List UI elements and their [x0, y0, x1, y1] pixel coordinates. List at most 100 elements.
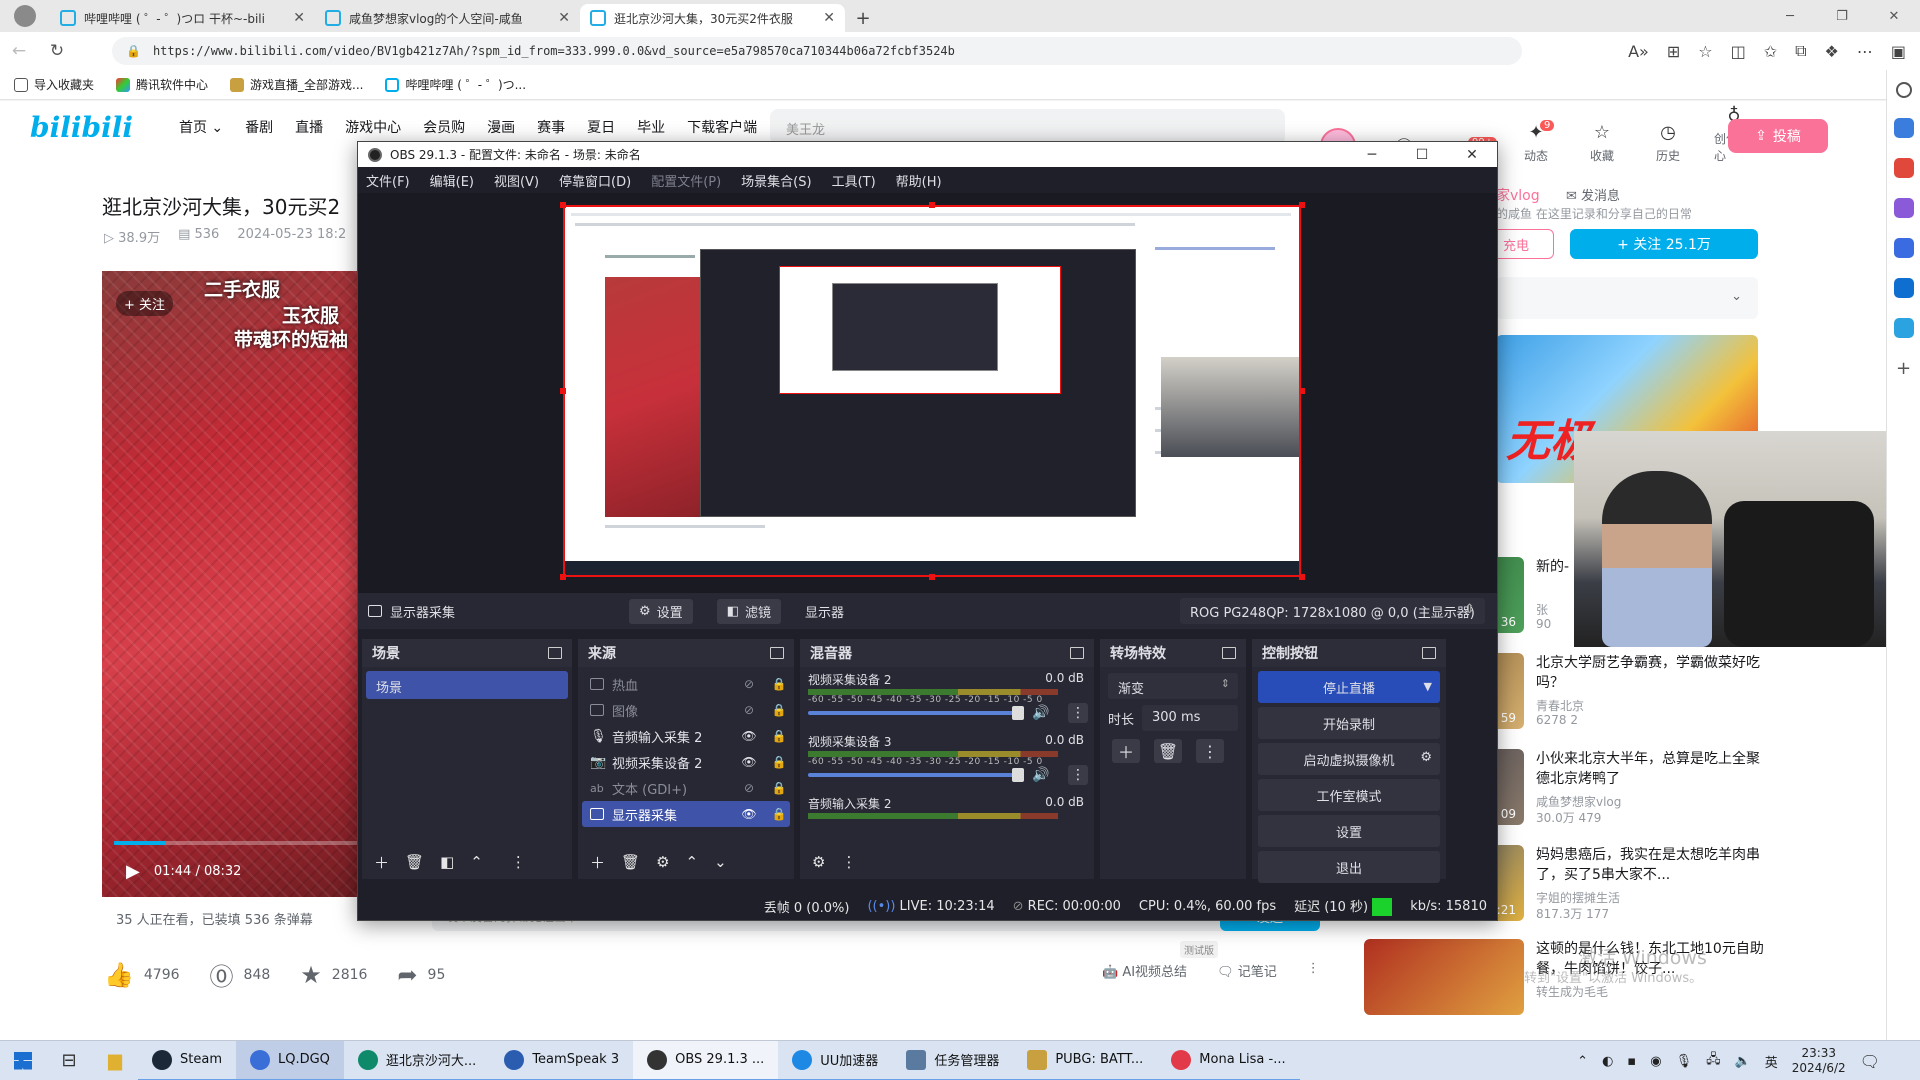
split-screen-icon[interactable]: ◫: [1731, 42, 1746, 61]
more-icon[interactable]: ⋮: [511, 853, 526, 871]
taskbar-app-music[interactable]: Mona Lisa -...: [1157, 1041, 1300, 1080]
collections-icon[interactable]: ⧉: [1795, 41, 1806, 61]
menu-tools[interactable]: 工具(T): [832, 171, 876, 190]
player-follow-chip[interactable]: + 关注: [116, 291, 174, 316]
gear-icon[interactable]: ⚙: [656, 853, 669, 871]
nav-game[interactable]: 游戏中心: [345, 117, 401, 137]
source-row[interactable]: 热血 ⊘ 🔒: [582, 671, 790, 697]
trash-icon[interactable]: 🗑: [1154, 739, 1182, 763]
nav-live[interactable]: 直播: [295, 117, 323, 137]
more-icon[interactable]: ⋮: [1068, 703, 1088, 723]
tray-app-icon[interactable]: ▪: [1627, 1054, 1636, 1069]
add-icon[interactable]: ＋: [374, 852, 389, 873]
bili-logo[interactable]: bilibili: [30, 111, 133, 144]
chevron-down-icon[interactable]: ▼: [1424, 680, 1432, 693]
studio-mode-button[interactable]: 工作室模式: [1258, 779, 1440, 811]
restore-icon[interactable]: ❐: [1816, 0, 1868, 32]
volume-slider[interactable]: [808, 768, 1024, 782]
notification-icon[interactable]: 🗨: [1860, 1052, 1880, 1071]
more-icon[interactable]: ⋮: [1068, 765, 1088, 785]
nav-mall[interactable]: 会员购: [423, 117, 465, 137]
eye-icon[interactable]: 👁: [738, 755, 760, 769]
resize-handle[interactable]: [1299, 388, 1305, 394]
fav-game-live[interactable]: 游戏直播_全部游戏...: [230, 76, 363, 93]
undock-icon[interactable]: [548, 647, 562, 659]
resize-handle[interactable]: [1299, 202, 1305, 208]
copilot-icon[interactable]: [1893, 118, 1914, 138]
file-explorer-icon[interactable]: ▆: [92, 1050, 138, 1071]
nav-manga[interactable]: 漫画: [487, 117, 515, 137]
sidebar-toggle-icon[interactable]: ▣: [1891, 42, 1906, 61]
maximize-icon[interactable]: ☐: [1397, 142, 1447, 167]
move-down-icon[interactable]: ⌄: [714, 853, 727, 871]
close-tab-icon[interactable]: ✕: [558, 10, 570, 26]
ime-language[interactable]: 英: [1765, 1052, 1778, 1071]
play-icon[interactable]: ▶: [126, 861, 140, 882]
tray-app-icon[interactable]: ◐: [1602, 1054, 1613, 1069]
resize-handle[interactable]: [1299, 574, 1305, 580]
filter-icon[interactable]: ◧: [440, 853, 454, 871]
undock-icon[interactable]: [1222, 647, 1236, 659]
upload-button[interactable]: ⇪ 投稿: [1728, 119, 1828, 153]
gear-icon[interactable]: ⚙: [812, 853, 825, 871]
add-icon[interactable]: ＋: [590, 852, 605, 873]
source-filters-button[interactable]: ◧ 滤镜: [716, 598, 781, 624]
nav-anime[interactable]: 番剧: [245, 117, 273, 137]
more-icon[interactable]: ⋮: [1196, 739, 1224, 763]
ai-summary-button[interactable]: 🤖 AI视频总结: [1102, 961, 1187, 980]
move-up-icon[interactable]: ⌃: [686, 853, 699, 871]
resize-handle[interactable]: [560, 202, 566, 208]
dynamic-entry[interactable]: ✦ 动态 9: [1516, 120, 1556, 164]
obs-preview-area[interactable]: [358, 193, 1497, 593]
taskbar-app-steam[interactable]: Steam: [138, 1041, 236, 1080]
minimize-icon[interactable]: ─: [1347, 142, 1397, 167]
nav-download[interactable]: 下载客户端: [687, 117, 757, 137]
slider-knob[interactable]: [1012, 768, 1024, 782]
eye-off-icon[interactable]: ⊘: [738, 781, 760, 795]
nav-match[interactable]: 赛事: [537, 117, 565, 137]
nav-summer[interactable]: 夏日: [587, 117, 615, 137]
menu-profile[interactable]: 配置文件(P): [651, 171, 721, 190]
source-row[interactable]: 📷 视频采集设备 2 👁 🔒: [582, 749, 790, 775]
fav-tencent[interactable]: 腾讯软件中心: [116, 76, 208, 93]
virtual-camera-button[interactable]: 启动虚拟摄像机 ⚙: [1258, 743, 1440, 775]
office-icon[interactable]: [1893, 238, 1914, 258]
display-select[interactable]: ROG PG248QP: 1728x1080 @ 0,0 (主显示器) ⇕: [1180, 598, 1485, 624]
start-recording-button[interactable]: 开始录制: [1258, 707, 1440, 739]
exit-button[interactable]: 退出: [1258, 851, 1440, 883]
back-icon[interactable]: ←: [0, 41, 38, 61]
telegram-icon[interactable]: [1893, 318, 1914, 338]
undock-icon[interactable]: [1070, 647, 1084, 659]
minimize-icon[interactable]: ─: [1764, 0, 1816, 32]
settings-button[interactable]: 设置: [1258, 815, 1440, 847]
player-progress-bar[interactable]: [114, 841, 362, 845]
browser-tab-1[interactable]: 哔哩哔哩 ( ゜- ゜)つロ 干杯~-bili ✕: [50, 4, 315, 32]
lock-icon[interactable]: 🔒: [768, 755, 790, 769]
lock-icon[interactable]: 🔒: [768, 703, 790, 717]
tools-icon[interactable]: [1893, 198, 1914, 218]
transition-select[interactable]: 渐变 ⇕: [1108, 673, 1238, 699]
app-install-icon[interactable]: ⊞: [1667, 42, 1680, 61]
stop-stream-button[interactable]: 停止直播 ▼: [1258, 671, 1440, 703]
fav-bilibili[interactable]: 哔哩哔哩 ( ゜- ゜)つ...: [385, 76, 526, 93]
resize-handle[interactable]: [929, 574, 935, 580]
extensions-icon[interactable]: ❖: [1825, 42, 1839, 61]
gear-icon[interactable]: ⚙: [1420, 750, 1432, 765]
url-input[interactable]: 🔒 https://www.bilibili.com/video/BV1gb421…: [112, 37, 1522, 65]
add-icon[interactable]: ＋: [1112, 739, 1140, 763]
source-row[interactable]: 图像 ⊘ 🔒: [582, 697, 790, 723]
eye-icon[interactable]: 👁: [738, 807, 760, 821]
lock-icon[interactable]: 🔒: [768, 781, 790, 795]
history-entry[interactable]: ◷ 历史: [1648, 122, 1688, 164]
more-icon[interactable]: ⋮: [841, 853, 856, 871]
taskbar-app-edge[interactable]: 逛北京沙河大...: [343, 1041, 491, 1080]
trash-icon[interactable]: 🗑: [405, 853, 424, 871]
add-icon[interactable]: +: [1894, 358, 1914, 379]
close-tab-icon[interactable]: ✕: [293, 10, 305, 26]
close-icon[interactable]: ✕: [1447, 142, 1497, 167]
new-tab-button[interactable]: +: [845, 4, 881, 32]
close-window-icon[interactable]: ✕: [1868, 0, 1920, 32]
bili-search-input[interactable]: 美王龙: [770, 109, 1285, 145]
danmaku-list-toggle[interactable]: ⌄: [1496, 277, 1758, 319]
profile-button[interactable]: [0, 0, 50, 32]
